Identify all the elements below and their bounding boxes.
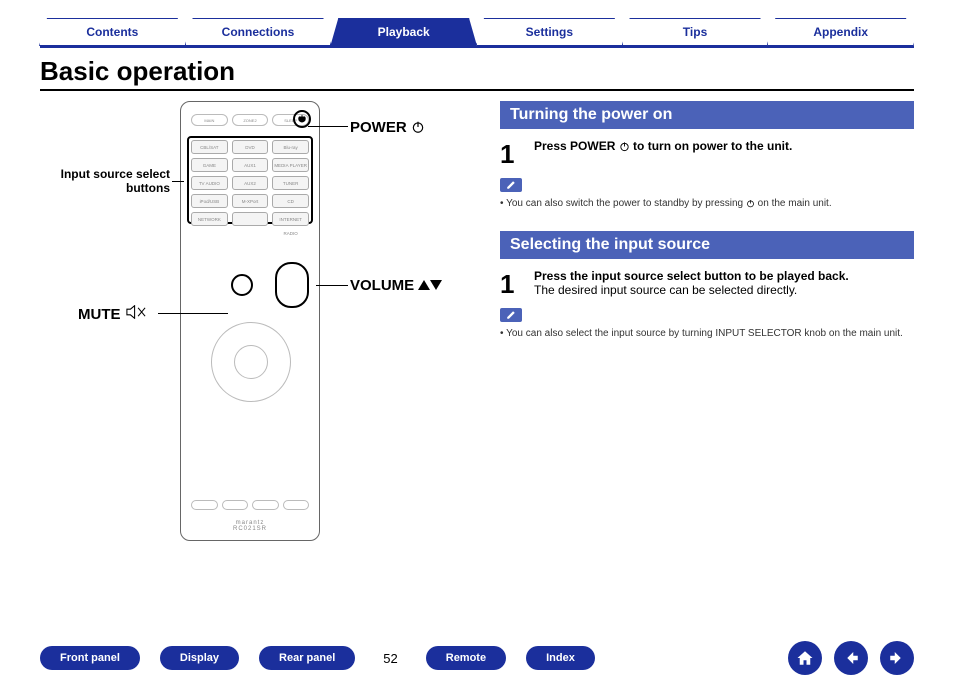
step-number: 1 <box>500 139 524 170</box>
volume-button-highlight <box>275 262 309 308</box>
src-btn: GAME <box>191 158 228 172</box>
nav-underline <box>40 46 914 48</box>
label-mute: MUTE <box>78 305 147 323</box>
src-btn: M-XPort <box>232 194 269 208</box>
section-heading: Turning the power on <box>500 101 914 129</box>
section-input-source: Selecting the input source 1 Press the i… <box>500 231 914 339</box>
remote-control-illustration: MAIN ZONE2 SLEEP CBL/SAT DVD Blu-ray GAM… <box>180 101 320 541</box>
footer-nav: Front panel Display Rear panel 52 Remote… <box>0 641 954 675</box>
next-page-button[interactable] <box>880 641 914 675</box>
step-text: Press POWER to turn on power to the unit… <box>534 139 792 153</box>
remote-illustration-panel: MAIN ZONE2 SLEEP CBL/SAT DVD Blu-ray GAM… <box>40 101 470 571</box>
mute-button-highlight <box>231 274 253 296</box>
footer-link-remote[interactable]: Remote <box>426 646 506 670</box>
src-btn: MEDIA PLAYER <box>272 158 309 172</box>
section-power-on: Turning the power on 1 Press POWER to tu… <box>500 101 914 209</box>
tab-playback[interactable]: Playback <box>330 18 477 46</box>
arrow-left-icon <box>842 649 860 667</box>
page-title: Basic operation <box>40 56 914 91</box>
src-btn: CD <box>272 194 309 208</box>
label-volume: VOLUME <box>350 277 442 294</box>
zone-btn: ZONE2 <box>232 114 269 126</box>
step-text: Press the input source select button to … <box>534 269 914 283</box>
src-btn: TV AUDIO <box>191 176 228 190</box>
footer-link-display[interactable]: Display <box>160 646 239 670</box>
src-btn: Blu-ray <box>272 140 309 154</box>
content-column: Turning the power on 1 Press POWER to tu… <box>500 101 914 571</box>
page-number: 52 <box>383 651 397 666</box>
dpad <box>211 322 291 402</box>
mute-icon <box>125 305 147 319</box>
prev-page-button[interactable] <box>834 641 868 675</box>
zone-btn: MAIN <box>191 114 228 126</box>
triangle-up-icon <box>418 280 430 290</box>
tab-connections[interactable]: Connections <box>185 18 332 46</box>
src-btn: iPod/USB <box>191 194 228 208</box>
triangle-down-icon <box>430 280 442 290</box>
top-nav-tabs: Contents Connections Playback Settings T… <box>40 18 914 46</box>
footer-link-rear-panel[interactable]: Rear panel <box>259 646 355 670</box>
src-btn: INTERNET RADIO <box>272 212 309 226</box>
home-button[interactable] <box>788 641 822 675</box>
src-btn: NETWORK <box>191 212 228 226</box>
section-heading: Selecting the input source <box>500 231 914 259</box>
footer-link-index[interactable]: Index <box>526 646 595 670</box>
note-icon <box>500 308 522 322</box>
step-subtext: The desired input source can be selected… <box>534 283 914 297</box>
tab-tips[interactable]: Tips <box>622 18 769 46</box>
sound-mode-row <box>191 500 309 510</box>
home-icon <box>796 649 814 667</box>
remote-brand: marantzRC021SR <box>181 520 319 532</box>
src-btn: DVD <box>232 140 269 154</box>
src-btn: TUNER <box>272 176 309 190</box>
tab-appendix[interactable]: Appendix <box>767 18 914 46</box>
src-btn: AUX2 <box>232 176 269 190</box>
note-icon <box>500 178 522 192</box>
label-input-source: Input source select buttons <box>50 167 170 195</box>
note-text: You can also switch the power to standby… <box>506 198 914 209</box>
input-source-grid: CBL/SAT DVD Blu-ray GAME AUX1 MEDIA PLAY… <box>191 140 309 226</box>
step-number: 1 <box>500 269 524 300</box>
src-btn: CBL/SAT <box>191 140 228 154</box>
arrow-right-icon <box>888 649 906 667</box>
footer-link-front-panel[interactable]: Front panel <box>40 646 140 670</box>
label-power: POWER <box>350 119 425 138</box>
tab-contents[interactable]: Contents <box>39 18 186 46</box>
note-text: You can also select the input source by … <box>506 328 914 339</box>
src-btn: AUX1 <box>232 158 269 172</box>
tab-settings[interactable]: Settings <box>476 18 623 46</box>
src-btn <box>232 212 269 226</box>
